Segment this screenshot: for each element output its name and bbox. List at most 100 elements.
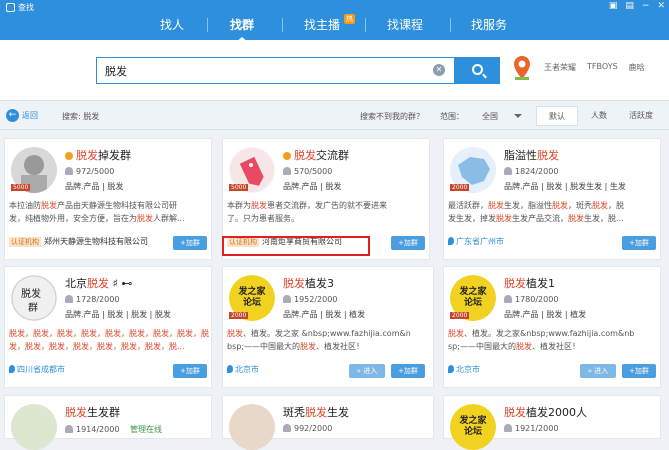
back-button[interactable]: ← 返回 <box>6 109 38 122</box>
group-name: 脱发植发2000人 <box>504 406 587 419</box>
group-name: 脱发植发1 <box>504 277 555 290</box>
tab-find-anchor[interactable]: 找主播 <box>304 16 340 33</box>
hot-badge: 热 <box>344 14 355 24</box>
group-card[interactable]: 2000 脂溢性脱发 1824/2000 品牌.产品 | 脱发 | 脱发生发 |… <box>443 138 661 260</box>
enter-group-button[interactable]: » 进入 <box>349 364 385 378</box>
location-text[interactable]: 北京市 <box>456 365 480 374</box>
range-label: 范围： <box>440 112 464 121</box>
sort-members[interactable]: 人数 <box>578 106 620 126</box>
group-name: 脂溢性脱发 <box>504 149 559 162</box>
location-icon <box>9 365 15 373</box>
clear-icon[interactable]: ✕ <box>433 64 445 76</box>
search-breadcrumb: 搜索: 脱发 <box>62 112 100 121</box>
group-tags: 品牌.产品 | 脱发 | 脱发 | 脱发 <box>65 310 171 319</box>
sort-activity[interactable]: 活跃度 <box>620 106 662 126</box>
location-icon <box>227 365 233 373</box>
member-count: 972/5000 <box>65 167 114 176</box>
group-card[interactable]: 发之家 论坛 脱发植发2000人 1921/2000 <box>443 395 661 450</box>
group-tags: 品牌.产品 | 脱发 | 植发 <box>504 310 587 319</box>
group-description: 本拉油防脱发产品由天静源生物科技有限公司研 发，纯植物外用，安全方便，旨在为脱发人… <box>9 201 185 223</box>
sort-default[interactable]: 默认 <box>536 106 578 126</box>
group-card[interactable]: 发之家 论坛 2000 脱发植发1 1780/2000 品牌.产品 | 脱发 | … <box>443 266 661 388</box>
group-avatar <box>11 404 57 450</box>
range-select[interactable]: 全国 <box>482 111 498 122</box>
group-size-badge: 5000 <box>229 184 249 191</box>
admin-online: 管理在线 <box>129 425 162 434</box>
verified-icon <box>283 152 291 160</box>
hot-word[interactable]: 王者荣耀 <box>544 62 576 73</box>
search-input[interactable] <box>105 63 425 79</box>
search-box: ✕ <box>96 57 455 84</box>
members-icon <box>504 167 512 175</box>
location-icon <box>448 237 454 245</box>
svg-text:群: 群 <box>28 301 38 314</box>
group-card[interactable]: 发之家 论坛 2000 脱发植发3 1952/2000 品牌.产品 | 脱发 | … <box>222 266 434 388</box>
group-name: 脱发掉发群 <box>65 147 131 163</box>
group-card[interactable]: 5000 脱发掉发群 972/5000 品牌.产品 | 脱发 本拉油防脱发产品由… <box>4 138 212 260</box>
location-text[interactable]: 北京市 <box>235 365 259 374</box>
group-avatar: 发之家 论坛 <box>450 404 496 450</box>
group-description: 脱发、植发。发之家&nbsp;www.fazhijia.com&nb sp;——中… <box>448 329 635 351</box>
location-pin-icon[interactable] <box>513 55 531 81</box>
member-count: 1728/2000 <box>65 295 119 304</box>
certified-badge: 认证机构 <box>9 237 41 247</box>
nav-divider <box>207 18 208 32</box>
group-size-badge: 5000 <box>11 184 31 191</box>
members-icon <box>283 295 291 303</box>
hot-word[interactable]: 鹿晗 <box>629 62 645 73</box>
group-avatar <box>229 404 275 450</box>
group-card[interactable]: 脱发群 北京脱发 ♯ ⊷ 1728/2000 品牌.产品 | 脱发 | 脱发 |… <box>4 266 212 388</box>
cannot-find-link[interactable]: 搜索不到我的群？ <box>360 111 424 122</box>
members-icon <box>504 424 512 432</box>
group-name: 脱发生发群 <box>65 406 120 419</box>
group-name: 脱发交流群 <box>283 147 349 163</box>
group-card[interactable]: 脱发生发群 1914/2000 管理在线 <box>4 395 212 450</box>
hot-words: 王者荣耀 TFBOYS 鹿晗 <box>544 62 645 73</box>
group-description: 本群为脱发患者交流群，发广告的就不要进来 了。只为患者服务。 <box>227 201 387 223</box>
group-avatar: 脱发群 <box>11 275 57 321</box>
group-tags: 品牌.产品 | 脱发 <box>65 182 124 191</box>
group-description: 最活跃群，脱发生发，脂溢性脱发，斑秃脱发，脱 发生发，掉发脱发生发产品交流，脱发生… <box>448 201 624 223</box>
location-text[interactable]: 四川省成都市 <box>17 365 65 374</box>
join-group-button[interactable]: +加群 <box>173 364 207 378</box>
tab-find-group[interactable]: 找群 <box>230 16 254 33</box>
member-count: 1921/2000 <box>504 424 558 433</box>
svg-text:脱发: 脱发 <box>21 287 41 300</box>
card-footer: 广东省广州市 +加群 <box>448 236 658 252</box>
location-text[interactable]: 广东省广州市 <box>456 237 504 246</box>
group-card[interactable]: 斑秃脱发生发 992/2000 <box>222 395 434 450</box>
search-button[interactable] <box>455 57 500 84</box>
member-count: 1914/2000 管理在线 <box>65 424 162 435</box>
join-group-button[interactable]: +加群 <box>173 236 207 250</box>
chevron-down-icon[interactable] <box>514 114 522 118</box>
location-icon <box>448 365 454 373</box>
group-description: 脱发、植发。发之家 &nbsp;www.fazhijia.com&n bsp;——… <box>227 329 411 351</box>
members-icon <box>504 295 512 303</box>
tab-find-people[interactable]: 找人 <box>160 16 184 33</box>
tab-find-service[interactable]: 找服务 <box>471 16 507 33</box>
group-name: 斑秃脱发生发 <box>283 406 349 419</box>
join-group-button[interactable]: +加群 <box>391 364 425 378</box>
card-footer: 北京市 » 进入 +加群 <box>227 364 427 380</box>
tab-find-course[interactable]: 找课程 <box>387 16 423 33</box>
enter-group-button[interactable]: » 进入 <box>580 364 616 378</box>
search-area: ✕ 王者荣耀 TFBOYS 鹿晗 <box>0 40 669 100</box>
join-group-button[interactable]: +加群 <box>622 236 656 250</box>
group-size-badge: 2000 <box>229 312 249 319</box>
members-icon <box>65 425 73 433</box>
nav-divider <box>365 18 366 32</box>
group-name: 脱发植发3 <box>283 277 334 290</box>
verified-icon <box>65 152 73 160</box>
back-arrow-icon: ← <box>6 109 19 122</box>
group-size-badge: 2000 <box>450 184 470 191</box>
join-group-button[interactable]: +加群 <box>391 236 425 250</box>
group-tags: 品牌.产品 | 脱发 | 脱发生发 | 生发 <box>504 182 626 191</box>
group-size-badge: 2000 <box>450 312 470 319</box>
group-tags: 品牌.产品 | 脱发 | 植发 <box>283 310 366 319</box>
member-count: 1952/2000 <box>283 295 337 304</box>
group-description: 脱发，脱发，脱发，脱发，脱发，脱发，脱发，脱发，脱 发，脱发，脱发，脱发，脱发，脱… <box>9 329 209 351</box>
hot-word[interactable]: TFBOYS <box>587 62 618 73</box>
join-group-button[interactable]: +加群 <box>622 364 656 378</box>
member-count: 1780/2000 <box>504 295 558 304</box>
main-nav: 找人 找群 找主播 热 找课程 找服务 <box>0 10 669 42</box>
